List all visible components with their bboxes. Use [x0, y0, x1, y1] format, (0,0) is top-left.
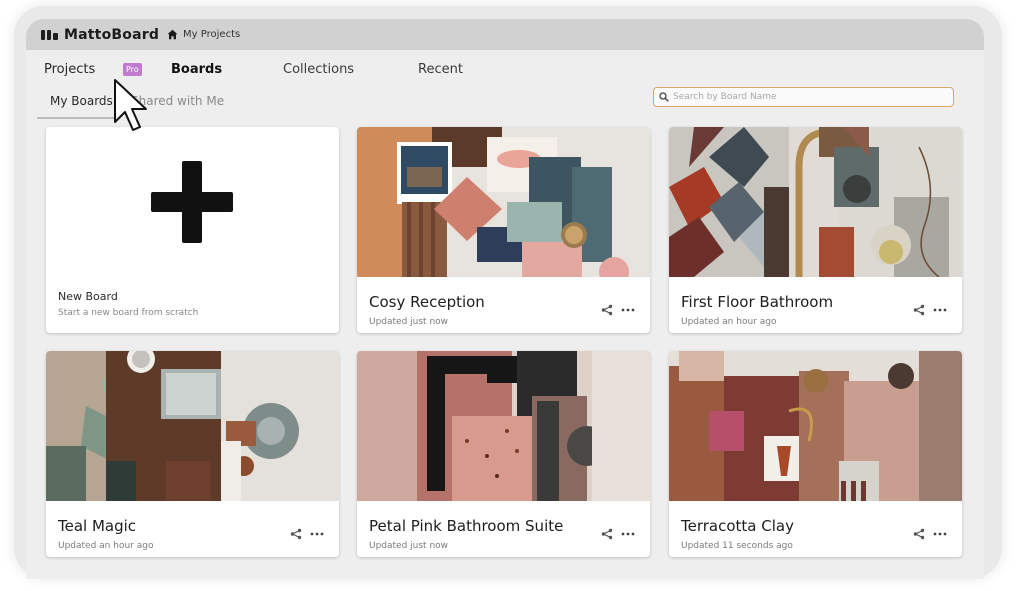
search-input[interactable] — [673, 92, 943, 102]
board-title: Cosy Reception — [369, 293, 485, 311]
tab-my-boards[interactable]: My Boards — [50, 94, 113, 108]
board-actions — [289, 528, 324, 540]
active-tab-indicator — [37, 117, 115, 119]
new-board-subtitle: Start a new board from scratch — [58, 308, 199, 318]
plus-icon — [151, 161, 233, 243]
breadcrumb[interactable]: My Projects — [183, 29, 240, 40]
board-thumbnail — [669, 127, 962, 277]
more-icon[interactable] — [933, 528, 947, 540]
board-thumbnail — [357, 351, 650, 501]
pro-badge: Pro — [123, 63, 142, 76]
more-icon[interactable] — [621, 304, 635, 316]
share-icon[interactable] — [289, 528, 303, 540]
search-box[interactable] — [653, 87, 954, 107]
search-icon — [659, 92, 669, 102]
board-updated: Updated just now — [369, 541, 449, 551]
board-thumbnail — [357, 127, 650, 277]
board-updated: Updated just now — [369, 317, 449, 327]
board-card[interactable]: First Floor Bathroom Updated an hour ago — [669, 127, 962, 333]
new-board-title: New Board — [58, 290, 118, 303]
board-actions — [600, 304, 635, 316]
brand-name: MattoBoard — [64, 26, 160, 43]
board-title: Terracotta Clay — [681, 517, 794, 535]
share-icon[interactable] — [912, 528, 926, 540]
board-title: First Floor Bathroom — [681, 293, 834, 311]
more-icon[interactable] — [621, 528, 635, 540]
nav-recent[interactable]: Recent — [418, 62, 463, 77]
top-bar: MattoBoard My Projects — [26, 19, 984, 50]
board-updated: Updated an hour ago — [58, 541, 154, 551]
board-title: Petal Pink Bathroom Suite — [369, 517, 564, 535]
home-icon[interactable] — [167, 29, 178, 40]
board-updated: Updated an hour ago — [681, 317, 777, 327]
board-card[interactable]: Terracotta Clay Updated 11 seconds ago — [669, 351, 962, 557]
more-icon[interactable] — [933, 304, 947, 316]
share-icon[interactable] — [600, 528, 614, 540]
nav-collections[interactable]: Collections — [283, 62, 354, 77]
share-icon[interactable] — [912, 304, 926, 316]
board-title: Teal Magic — [58, 517, 137, 535]
new-board-card[interactable]: New Board Start a new board from scratch — [46, 127, 339, 333]
mouse-cursor-icon — [114, 79, 147, 131]
nav-projects[interactable]: Projects — [44, 62, 95, 77]
board-actions — [912, 528, 947, 540]
board-card[interactable]: Teal Magic Updated an hour ago — [46, 351, 339, 557]
board-card[interactable]: Cosy Reception Updated just now — [357, 127, 650, 333]
nav-boards[interactable]: Boards — [171, 62, 222, 77]
board-thumbnail — [46, 351, 339, 501]
more-icon[interactable] — [310, 528, 324, 540]
board-actions — [600, 528, 635, 540]
brand-logo[interactable]: MattoBoard — [41, 27, 159, 43]
app-window: MattoBoard My Projects Projects Pro Boar… — [26, 19, 984, 579]
board-thumbnail — [669, 351, 962, 501]
board-card[interactable]: Petal Pink Bathroom Suite Updated just n… — [357, 351, 650, 557]
share-icon[interactable] — [600, 304, 614, 316]
board-actions — [912, 304, 947, 316]
mattoboard-logo-icon — [41, 29, 58, 40]
board-updated: Updated 11 seconds ago — [681, 541, 793, 551]
